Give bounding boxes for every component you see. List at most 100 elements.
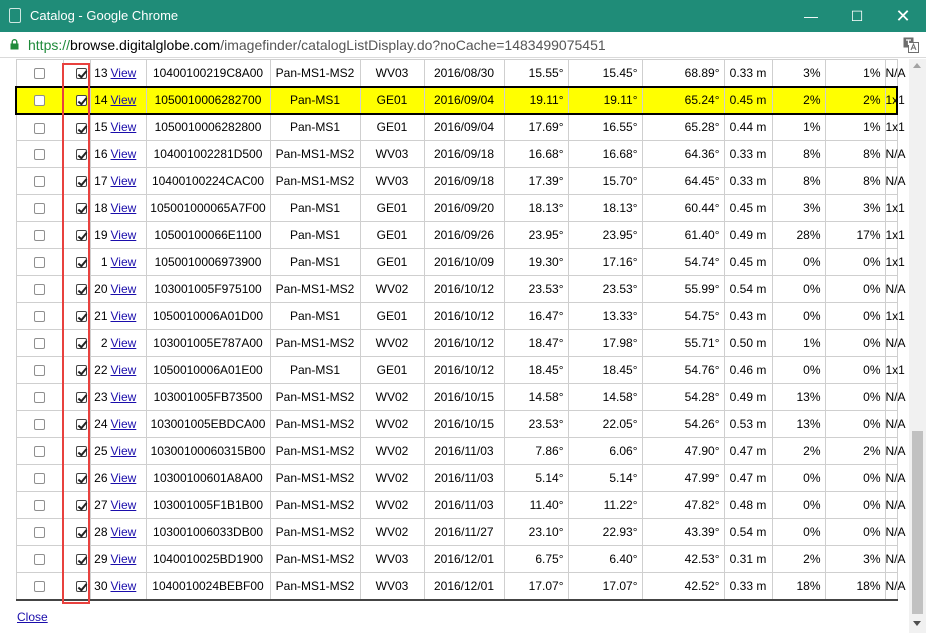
select-checkbox[interactable] (75, 311, 87, 323)
row-checkbox[interactable] (34, 419, 45, 431)
minimize-button[interactable]: — (788, 0, 834, 32)
translate-icon[interactable] (903, 37, 919, 53)
cloud-cover-cell: 0% (771, 275, 826, 303)
row-checkbox[interactable] (34, 122, 45, 134)
view-link[interactable]: View (111, 498, 137, 512)
cloud-cover-cell: 1% (771, 113, 826, 141)
maximize-button[interactable]: ☐ (834, 0, 880, 32)
url-text[interactable]: https://browse.digitalglobe.com/imagefin… (28, 37, 606, 53)
select-checkbox[interactable] (75, 203, 87, 215)
view-link[interactable]: View (111, 552, 137, 566)
catalog-id-cell: 1050010006A01D00 (145, 302, 271, 330)
view-link[interactable]: View (111, 282, 137, 296)
view-link[interactable]: View (111, 93, 137, 107)
row-checkbox[interactable] (34, 257, 45, 269)
sun-elevation-cell: 65.28° (641, 113, 725, 141)
view-link[interactable]: View (111, 417, 137, 431)
view-link[interactable]: View (111, 174, 137, 188)
row-checkbox[interactable] (34, 149, 45, 161)
view-link[interactable]: View (111, 120, 137, 134)
window-title: Catalog - Google Chrome (30, 8, 179, 23)
catalog-id-cell: 1040010024BEBF00 (145, 572, 271, 601)
row-checkbox[interactable] (34, 284, 45, 296)
select-checkbox[interactable] (75, 338, 87, 350)
target-azimuth-cell: 16.68° (567, 140, 643, 168)
off-nadir-cell: 7.86° (503, 437, 569, 465)
off-nadir-cell: 18.13° (503, 194, 569, 222)
date-cell: 2016/10/12 (423, 302, 505, 330)
date-cell: 2016/09/04 (423, 113, 505, 141)
select-checkbox[interactable] (75, 122, 87, 134)
row-number: 25 (94, 444, 108, 458)
select-checkbox[interactable] (75, 284, 87, 296)
select-checkbox[interactable] (75, 554, 87, 566)
view-link[interactable]: View (111, 390, 137, 404)
view-link[interactable]: View (111, 228, 137, 242)
scroll-up-icon[interactable] (913, 63, 921, 68)
table-row: 30 View 1040010024BEBF00 Pan-MS1-MS2 WV03 201… (15, 572, 906, 601)
select-checkbox[interactable] (75, 419, 87, 431)
stereo-cell: 1x1 (884, 221, 905, 249)
select-checkbox[interactable] (75, 176, 87, 188)
view-link[interactable]: View (111, 471, 137, 485)
view-link[interactable]: View (111, 147, 137, 161)
bands-cell: Pan-MS1-MS2 (269, 167, 361, 195)
stereo-cell: N/A (884, 383, 906, 411)
close-link[interactable]: Close (17, 610, 48, 624)
select-checkbox[interactable] (75, 473, 87, 485)
row-checkbox[interactable] (34, 230, 45, 242)
row-checkbox[interactable] (34, 365, 45, 377)
row-checkbox[interactable] (34, 95, 46, 107)
row-checkbox-cell (15, 572, 64, 601)
view-link[interactable]: View (111, 201, 137, 215)
row-checkbox[interactable] (34, 446, 45, 458)
row-checkbox[interactable] (34, 203, 45, 215)
row-checkbox[interactable] (34, 473, 45, 485)
row-checkbox[interactable] (34, 68, 45, 80)
row-checkbox[interactable] (34, 527, 45, 539)
scroll-down-icon[interactable] (913, 621, 921, 626)
row-checkbox-cell (15, 383, 64, 411)
catalog-id-cell: 103001005E787A00 (145, 329, 271, 357)
row-checkbox[interactable] (34, 581, 45, 593)
view-link[interactable]: View (111, 525, 137, 539)
select-checkbox[interactable] (75, 230, 87, 242)
select-checkbox[interactable] (75, 527, 87, 539)
row-checkbox[interactable] (34, 392, 45, 404)
address-bar[interactable]: https://browse.digitalglobe.com/imagefin… (0, 32, 926, 58)
row-checkbox-cell (15, 437, 64, 465)
bands-cell: Pan-MS1-MS2 (269, 491, 361, 519)
view-link[interactable]: View (111, 309, 137, 323)
select-checkbox[interactable] (75, 446, 87, 458)
sun-elevation-cell: 65.24° (641, 85, 725, 115)
row-checkbox[interactable] (34, 554, 45, 566)
select-checkbox[interactable] (75, 581, 87, 593)
select-checkbox[interactable] (75, 365, 87, 377)
cloud-aoi-cell: 8% (824, 167, 886, 195)
row-checkbox[interactable] (34, 311, 45, 323)
sun-elevation-cell: 60.44° (641, 194, 725, 222)
url-scheme: https:// (28, 37, 71, 53)
row-checkbox[interactable] (34, 500, 45, 512)
select-checkbox[interactable] (75, 257, 87, 269)
view-link[interactable]: View (111, 444, 137, 458)
date-cell: 2016/12/01 (423, 545, 505, 573)
view-link[interactable]: View (111, 579, 137, 593)
view-link[interactable]: View (111, 255, 137, 269)
row-checkbox[interactable] (34, 338, 45, 350)
view-link[interactable]: View (111, 363, 137, 377)
select-checkbox[interactable] (75, 149, 87, 161)
select-checkbox[interactable] (75, 500, 87, 512)
select-checkbox[interactable] (75, 95, 87, 107)
catalog-id-cell: 10300100060315B00 (145, 437, 271, 465)
view-link[interactable]: View (111, 66, 137, 80)
close-window-button[interactable]: ✕ (880, 0, 926, 32)
vertical-scrollbar[interactable] (909, 59, 926, 633)
row-checkbox[interactable] (34, 176, 45, 188)
view-link[interactable]: View (111, 336, 137, 350)
row-number: 2 (100, 336, 108, 350)
select-checkbox[interactable] (75, 392, 87, 404)
select-checkbox[interactable] (75, 68, 87, 80)
target-azimuth-cell: 19.11° (567, 85, 643, 115)
scrollbar-thumb[interactable] (912, 431, 923, 614)
